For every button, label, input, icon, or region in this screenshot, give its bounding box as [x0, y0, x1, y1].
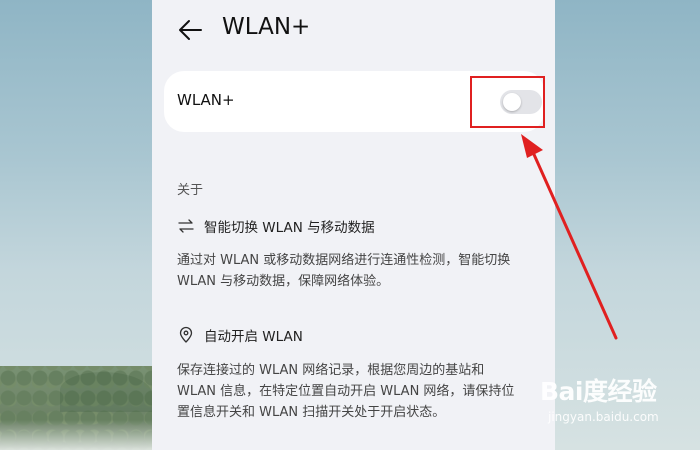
feature-description: 通过对 WLAN 或移动数据网络进行连通性检测，智能切换 WLAN 与移动数据，… — [177, 250, 542, 292]
wlan-plus-label: WLAN+ — [177, 91, 235, 109]
watermark-url: jingyan.baidu.com — [548, 410, 659, 424]
feature-title: 自动开启 WLAN — [204, 329, 303, 345]
header: WLAN+ — [152, 0, 555, 64]
toggle-highlight-box — [470, 76, 545, 128]
description-line: WLAN 与移动数据，保障网络体验。 — [177, 274, 390, 289]
watermark-logo: Bai度经验 — [540, 377, 657, 406]
description-line: 通过对 WLAN 或移动数据网络进行连通性检测，智能切换 — [177, 253, 511, 268]
swap-arrows-icon — [178, 219, 194, 233]
feature-auto-enable: 自动开启 WLAN — [177, 325, 303, 345]
settings-screen: WLAN+ WLAN+ 关于 智能切换 WLAN 与移动数据 通过对 WLAN … — [152, 0, 555, 450]
background-fade — [0, 420, 152, 450]
page-title: WLAN+ — [222, 14, 311, 40]
feature-title: 智能切换 WLAN 与移动数据 — [204, 220, 375, 236]
background-left — [0, 0, 152, 450]
description-line: WLAN 信息，在特定位置自动开启 WLAN 网络，请保持位 — [177, 384, 515, 399]
feature-smart-switch: 智能切换 WLAN 与移动数据 — [177, 216, 375, 236]
feature-description: 保存连接过的 WLAN 网络记录，根据您周边的基站和 WLAN 信息，在特定位置… — [177, 360, 542, 423]
description-line: 保存连接过的 WLAN 网络记录，根据您周边的基站和 — [177, 363, 485, 378]
baidu-watermark: Bai度经验 jingyan.baidu.com — [540, 372, 695, 432]
location-pin-icon — [179, 326, 193, 343]
arrow-left-icon[interactable] — [176, 16, 204, 44]
description-line: 置信息开关和 WLAN 扫描开关处于开启状态。 — [177, 405, 446, 420]
about-section-label: 关于 — [177, 183, 204, 198]
